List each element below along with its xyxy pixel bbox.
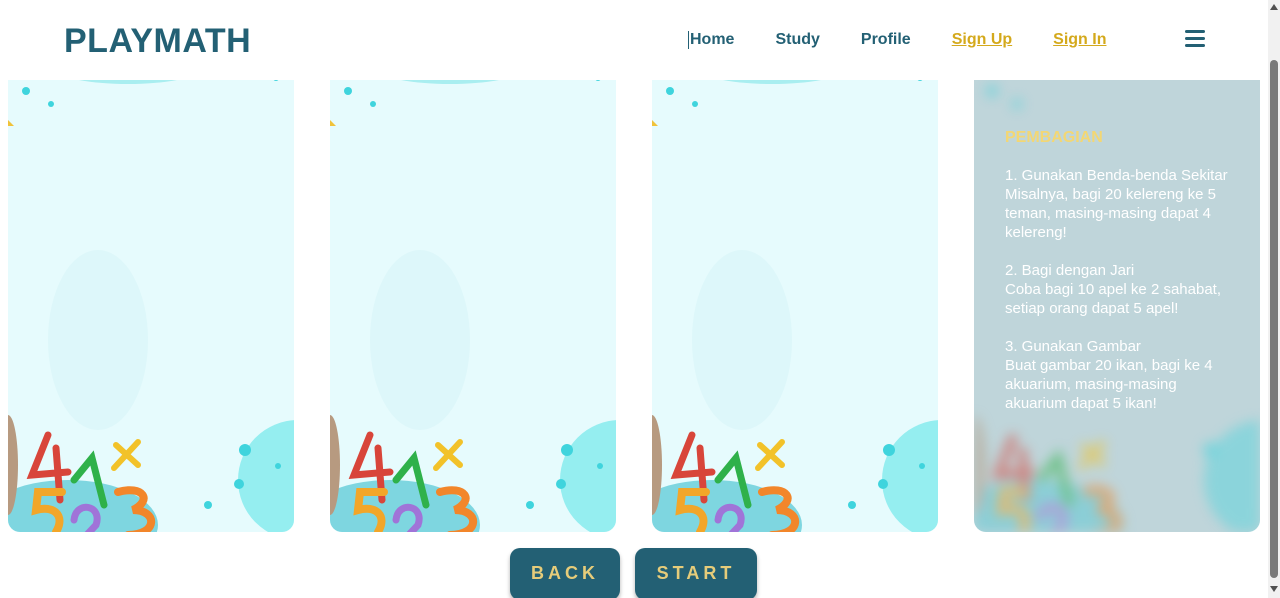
scroll-thumb[interactable] [1270,60,1278,578]
page: PLAYMATH Home Study Profile Sign Up Sign… [0,0,1280,598]
card-3[interactable] [652,80,938,532]
logo[interactable]: PLAYMATH [64,22,251,61]
numbers-illustration-icon [652,80,938,532]
back-button[interactable]: BACK [510,548,620,598]
nav-study[interactable]: Study [775,31,819,49]
hamburger-icon[interactable] [1185,30,1205,48]
text-caret [688,31,689,49]
scroll-up-arrow-icon[interactable] [1270,4,1278,10]
tip-body: Coba bagi 10 apel ke 2 sahabat, setiap o… [1005,281,1221,317]
card-2[interactable] [330,80,616,532]
card-4-division-info[interactable]: PEMBAGIAN 1. Gunakan Benda-benda Sekitar… [974,80,1260,532]
nav-profile[interactable]: Profile [861,31,911,49]
nav-home[interactable]: Home [690,31,734,49]
card-1[interactable] [8,80,294,532]
tip-1: 1. Gunakan Benda-benda Sekitar Misalnya,… [1005,166,1233,242]
tip-body: Buat gambar 20 ikan, bagi ke 4 akuarium,… [1005,357,1213,412]
scroll-down-arrow-icon[interactable] [1270,586,1278,592]
numbers-illustration-icon [8,80,294,532]
tip-3: 3. Gunakan Gambar Buat gambar 20 ikan, b… [1005,337,1233,413]
header: PLAYMATH Home Study Profile Sign Up Sign… [0,0,1268,80]
division-tips: PEMBAGIAN 1. Gunakan Benda-benda Sekitar… [1005,128,1233,432]
tip-heading: 3. Gunakan Gambar [1005,338,1141,355]
tip-heading: 2. Bagi dengan Jari [1005,262,1135,279]
start-button[interactable]: START [635,548,757,598]
numbers-illustration-icon [330,80,616,532]
tip-2: 2. Bagi dengan Jari Coba bagi 10 apel ke… [1005,261,1233,318]
info-title: PEMBAGIAN [1005,129,1103,146]
main-nav: Home Study Profile Sign Up Sign In [688,31,1147,49]
nav-sign-up[interactable]: Sign Up [952,31,1012,49]
nav-sign-in[interactable]: Sign In [1053,31,1106,49]
page-scrollbar[interactable] [1268,0,1280,598]
tip-heading: 1. Gunakan Benda-benda Sekitar [1005,167,1228,184]
tip-body: Misalnya, bagi 20 kelereng ke 5 teman, m… [1005,186,1216,241]
